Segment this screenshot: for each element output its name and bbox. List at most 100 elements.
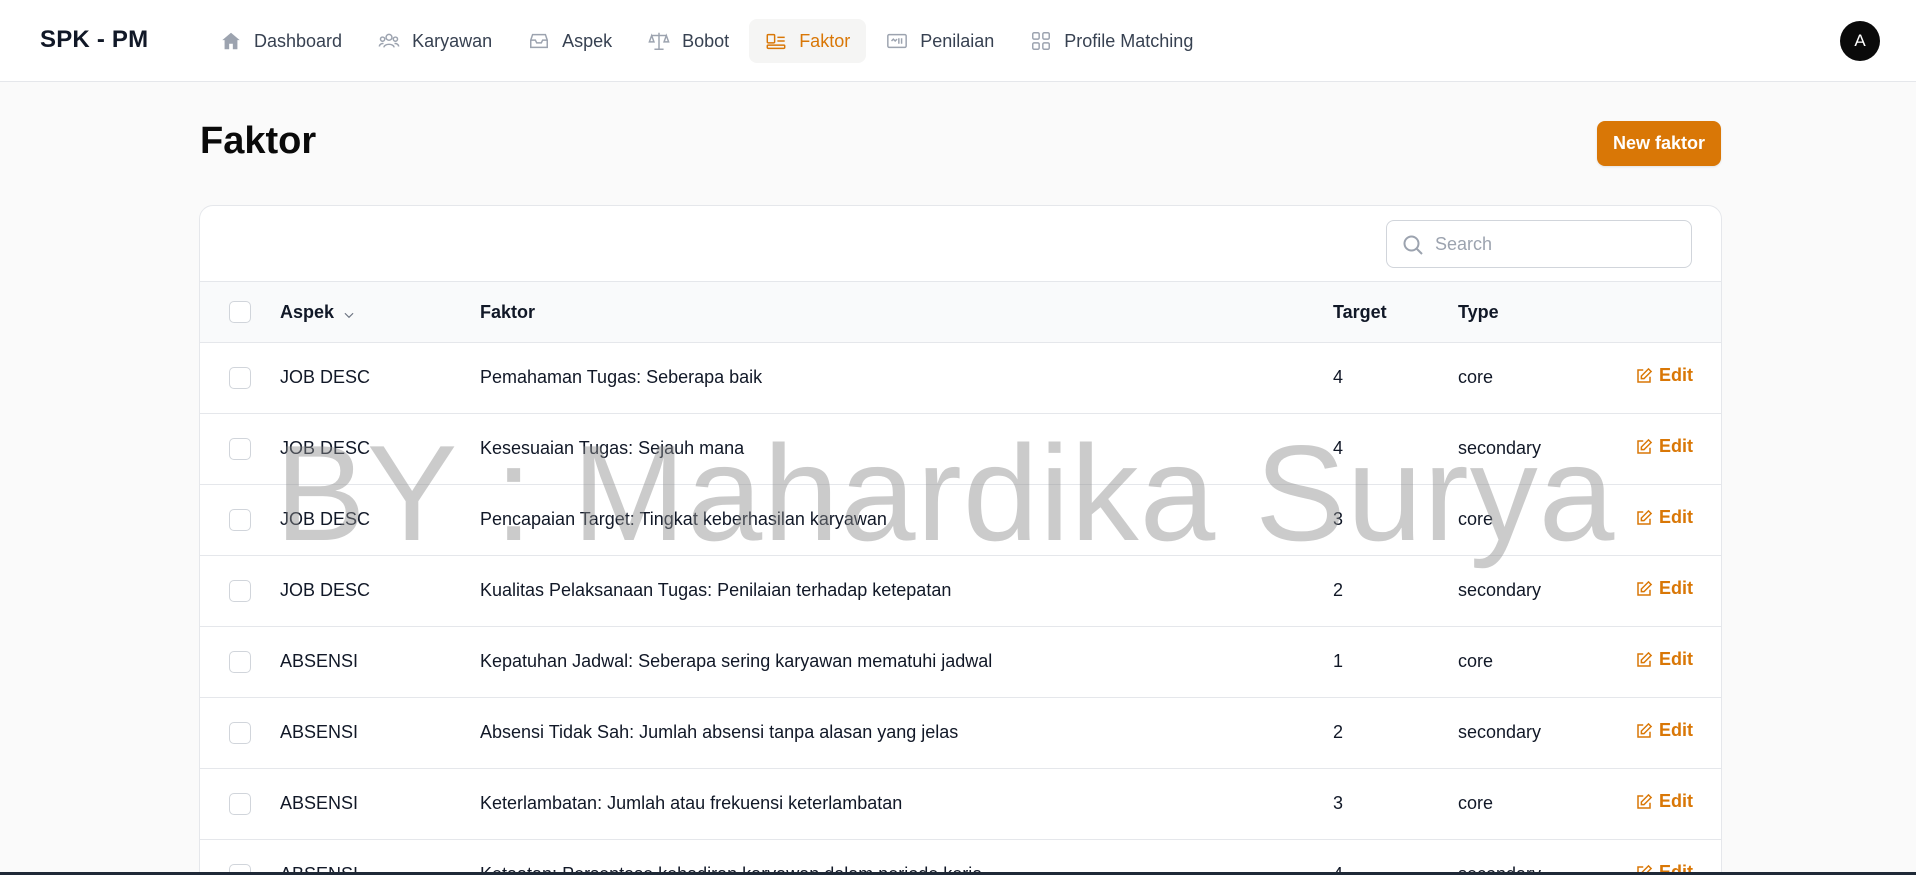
home-icon (220, 30, 242, 52)
new-faktor-button[interactable]: New faktor (1597, 121, 1721, 166)
cell-aspek: JOB DESC (280, 438, 371, 458)
cell-aspek: ABSENSI (280, 793, 359, 813)
cell-faktor: Absensi Tidak Sah: Jumlah absensi tanpa … (480, 722, 959, 742)
cell-faktor: Pencapaian Target: Tingkat keberhasilan … (480, 509, 887, 529)
row-checkbox[interactable] (229, 438, 251, 460)
cell-type: secondary (1458, 580, 1542, 600)
search-input[interactable] (1435, 229, 1675, 259)
edit-button[interactable]: Edit (1635, 649, 1693, 670)
cell-target: 1 (1333, 651, 1344, 671)
edit-button[interactable]: Edit (1635, 791, 1693, 812)
edit-label: Edit (1659, 507, 1693, 527)
nav-label: Aspek (562, 30, 613, 51)
table-row: ABSENSI Ketaatan: Persentase kehadiran ka… (200, 840, 1721, 875)
nav-item-profile-matching[interactable]: Profile Matching (1014, 19, 1209, 63)
nav-label: Profile Matching (1064, 30, 1194, 51)
nav-label: Karyawan (412, 30, 493, 51)
cell-target: 2 (1333, 580, 1344, 600)
edit-icon (1635, 651, 1659, 669)
table-row: JOB DESC Pemahaman Tugas: Seberapa baik 4 c… (200, 343, 1721, 414)
cell-faktor: Kepatuhan Jadwal: Seberapa sering karyaw… (480, 651, 993, 671)
search-box[interactable] (1386, 220, 1692, 268)
cell-aspek: ABSENSI (280, 651, 359, 671)
table-row: ABSENSI Keterlambatan: Jumlah atau frekue… (200, 769, 1721, 840)
nav-label: Faktor (799, 30, 851, 51)
grid-icon (1030, 30, 1052, 52)
row-checkbox[interactable] (229, 580, 251, 602)
cell-aspek: JOB DESC (280, 367, 371, 387)
nav-item-karyawan[interactable]: Karyawan (362, 19, 508, 63)
nav-item-penilaian[interactable]: Penilaian (870, 19, 1010, 63)
scale-icon (648, 30, 670, 52)
column-header-faktor: Faktor (480, 302, 536, 322)
column-header-target: Target (1333, 302, 1387, 322)
nav-item-faktor[interactable]: Faktor (749, 19, 867, 63)
edit-label: Edit (1659, 436, 1693, 456)
nav-item-dashboard[interactable]: Dashboard (204, 19, 358, 63)
inbox-icon (528, 30, 550, 52)
cell-type: core (1458, 793, 1494, 813)
cell-faktor: Pemahaman Tugas: Seberapa baik (480, 367, 763, 387)
nav-label: Bobot (682, 30, 730, 51)
factor-icon (765, 30, 787, 52)
cell-aspek: JOB DESC (280, 509, 371, 529)
edit-icon (1635, 509, 1659, 527)
edit-button[interactable]: Edit (1635, 436, 1693, 457)
table-row: JOB DESC Pencapaian Target: Tingkat keber… (200, 485, 1721, 556)
cell-target: 3 (1333, 793, 1344, 813)
edit-button[interactable]: Edit (1635, 365, 1693, 386)
edit-icon (1635, 722, 1659, 740)
edit-button[interactable]: Edit (1635, 507, 1693, 528)
edit-label: Edit (1659, 720, 1693, 740)
select-all-checkbox[interactable] (229, 301, 251, 323)
cell-type: core (1458, 509, 1494, 529)
nav-label: Dashboard (254, 30, 343, 51)
cell-aspek: JOB DESC (280, 580, 371, 600)
search-icon (1401, 233, 1425, 257)
page-title: Faktor (200, 120, 317, 162)
ticket-icon (886, 30, 908, 52)
cell-type: secondary (1458, 438, 1542, 458)
cell-target: 2 (1333, 722, 1344, 742)
nav-item-aspek[interactable]: Aspek (512, 19, 628, 63)
user-avatar[interactable]: A (1840, 21, 1880, 61)
edit-label: Edit (1659, 365, 1693, 385)
row-checkbox[interactable] (229, 722, 251, 744)
nav-item-bobot[interactable]: Bobot (632, 19, 745, 63)
table-row: ABSENSI Kepatuhan Jadwal: Seberapa sering… (200, 627, 1721, 698)
table-row: JOB DESC Kualitas Pelaksanaan Tugas: Peni… (200, 556, 1721, 627)
cell-type: secondary (1458, 722, 1542, 742)
row-checkbox[interactable] (229, 367, 251, 389)
users-icon (378, 30, 400, 52)
cell-type: core (1458, 651, 1494, 671)
edit-button[interactable]: Edit (1635, 578, 1693, 599)
edit-icon (1635, 580, 1659, 598)
table-row: ABSENSI Absensi Tidak Sah: Jumlah absensi… (200, 698, 1721, 769)
cell-faktor: Kesesuaian Tugas: Sejauh mana (480, 438, 745, 458)
nav-label: Penilaian (920, 30, 995, 51)
column-header-type: Type (1458, 302, 1499, 322)
edit-button[interactable]: Edit (1635, 720, 1693, 741)
cell-aspek: ABSENSI (280, 722, 359, 742)
table-row: JOB DESC Kesesuaian Tugas: Sejauh mana 4 se… (200, 414, 1721, 485)
row-checkbox[interactable] (229, 509, 251, 531)
cell-type: core (1458, 367, 1494, 387)
top-navigation-bar: SPK - PM Dashboard Karyawan Aspek Bobot (0, 0, 1916, 82)
cell-faktor: Kualitas Pelaksanaan Tugas: Penilaian te… (480, 580, 952, 600)
cell-target: 4 (1333, 367, 1344, 387)
edit-icon (1635, 367, 1659, 385)
cell-target: 4 (1333, 438, 1344, 458)
table-header: Aspek Faktor Target Type (200, 281, 1721, 343)
brand-logo[interactable]: SPK - PM (40, 26, 148, 54)
edit-label: Edit (1659, 578, 1693, 598)
chevron-down-icon[interactable] (342, 306, 356, 320)
column-header-label: Aspek (280, 302, 335, 322)
edit-label: Edit (1659, 649, 1693, 669)
cell-target: 3 (1333, 509, 1344, 529)
edit-icon (1635, 793, 1659, 811)
row-checkbox[interactable] (229, 793, 251, 815)
row-checkbox[interactable] (229, 651, 251, 673)
main-nav: Dashboard Karyawan Aspek Bobot Faktor Pe… (204, 19, 1213, 63)
column-header-aspek[interactable]: Aspek (280, 302, 356, 323)
edit-label: Edit (1659, 791, 1693, 811)
